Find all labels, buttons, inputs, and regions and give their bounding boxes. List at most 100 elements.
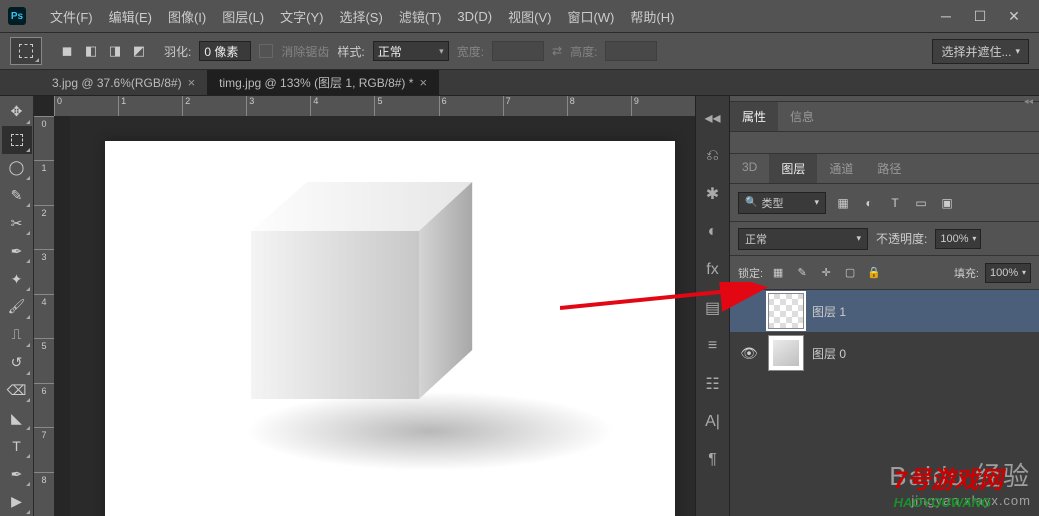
- select-and-mask-button[interactable]: 选择并遮住...▾: [932, 39, 1029, 64]
- fill-input[interactable]: 100%▾: [985, 263, 1031, 283]
- opacity-input[interactable]: 100%▾: [935, 229, 981, 249]
- lock-position-icon[interactable]: ✛: [817, 264, 835, 282]
- brushes-panel-icon[interactable]: ☷: [703, 374, 723, 394]
- layer-filter-type[interactable]: 类型▾: [738, 192, 826, 214]
- tab-close-icon[interactable]: ×: [419, 75, 427, 90]
- layer-name[interactable]: 图层 1: [812, 303, 846, 320]
- menu-filter[interactable]: 滤镜(T): [391, 7, 450, 26]
- feather-label: 羽化:: [164, 43, 191, 60]
- document-tab-2[interactable]: timg.jpg @ 133% (图层 1, RGB/8#) * ×: [207, 70, 439, 95]
- lock-artboard-icon[interactable]: ▢: [841, 264, 859, 282]
- width-input: [492, 41, 544, 61]
- paragraph-panel-icon[interactable]: ≡: [703, 336, 723, 356]
- pen-tool[interactable]: ✒: [2, 460, 32, 488]
- filter-shape-icon[interactable]: ▭: [912, 194, 930, 212]
- layer-thumbnail[interactable]: [768, 293, 804, 329]
- filter-adjust-icon[interactable]: ◐: [860, 194, 878, 212]
- crop-tool[interactable]: ✂: [2, 209, 32, 237]
- filter-smart-icon[interactable]: ▣: [938, 194, 956, 212]
- tab-3d[interactable]: 3D: [730, 154, 769, 183]
- eraser-tool[interactable]: ⌫: [2, 377, 32, 405]
- styles-panel-icon[interactable]: fx: [703, 260, 723, 280]
- close-button[interactable]: ✕: [997, 2, 1031, 30]
- selection-new-icon[interactable]: ◼: [56, 40, 78, 62]
- menu-help[interactable]: 帮助(H): [622, 7, 682, 26]
- height-label: 高度:: [570, 43, 597, 60]
- menu-3d[interactable]: 3D(D): [449, 9, 500, 24]
- paragraph2-panel-icon[interactable]: ¶: [703, 450, 723, 470]
- canvas-stage: [70, 116, 695, 516]
- lock-label: 锁定:: [738, 265, 763, 281]
- panel-dock: ◂◂ ⎌ ✱ ◐ fx ▤ ≡ ☷ A| ¶: [695, 96, 729, 516]
- canvas-area[interactable]: 0 1 2 3 4 5 6 7 8 9 0 1 2 3 4 5 6 7 8: [34, 96, 695, 516]
- style-select[interactable]: 正常▾: [373, 41, 449, 61]
- layers-list: 图层 1 👁 图层 0: [730, 290, 1039, 516]
- layers-panel-tabs: 3D 图层 通道 路径: [730, 154, 1039, 184]
- history-panel-icon[interactable]: ⎌: [703, 146, 723, 166]
- menu-select[interactable]: 选择(S): [331, 7, 390, 26]
- tab-paths[interactable]: 路径: [865, 154, 913, 183]
- healing-tool[interactable]: ✦: [2, 265, 32, 293]
- menu-window[interactable]: 窗口(W): [559, 7, 622, 26]
- swatches-panel-icon[interactable]: ▤: [703, 298, 723, 318]
- layer-row[interactable]: 👁 图层 0: [730, 332, 1039, 374]
- navigator-panel-icon[interactable]: ✱: [703, 184, 723, 204]
- minimize-button[interactable]: ─: [929, 2, 963, 30]
- tab-info[interactable]: 信息: [778, 102, 826, 131]
- move-tool[interactable]: ✥: [2, 98, 32, 126]
- tab-layers[interactable]: 图层: [769, 154, 817, 183]
- filter-type-icon[interactable]: T: [886, 194, 904, 212]
- filter-pixel-icon[interactable]: ▦: [834, 194, 852, 212]
- tab-channels[interactable]: 通道: [817, 154, 865, 183]
- document-tabs: 3.jpg @ 37.6%(RGB/8#) × timg.jpg @ 133% …: [0, 70, 1039, 96]
- path-select-tool[interactable]: ▶: [2, 488, 32, 516]
- quick-select-tool[interactable]: ✎: [2, 182, 32, 210]
- lock-image-icon[interactable]: ✎: [793, 264, 811, 282]
- brush-tool[interactable]: 🖌: [2, 293, 32, 321]
- type-tool[interactable]: T: [2, 432, 32, 460]
- tab-label: timg.jpg @ 133% (图层 1, RGB/8#) *: [219, 74, 413, 91]
- menu-type[interactable]: 文字(Y): [272, 7, 331, 26]
- ruler-horizontal: 0 1 2 3 4 5 6 7 8 9: [54, 96, 695, 116]
- menubar: Ps 文件(F) 编辑(E) 图像(I) 图层(L) 文字(Y) 选择(S) 滤…: [0, 0, 1039, 32]
- maximize-button[interactable]: ☐: [963, 2, 997, 30]
- selection-intersect-icon[interactable]: ◩: [128, 40, 150, 62]
- history-brush-tool[interactable]: ↺: [2, 349, 32, 377]
- properties-panel-tabs: 属性 信息: [730, 102, 1039, 132]
- antialias-checkbox: [259, 44, 273, 58]
- window-controls: ─ ☐ ✕: [929, 2, 1031, 30]
- layer-visibility-toggle[interactable]: 👁: [738, 345, 760, 362]
- selection-subtract-icon[interactable]: ◨: [104, 40, 126, 62]
- antialias-label: 消除锯齿: [281, 43, 329, 60]
- menu-edit[interactable]: 编辑(E): [101, 7, 160, 26]
- stamp-tool[interactable]: ⎍: [2, 321, 32, 349]
- lasso-tool[interactable]: ◯: [2, 154, 32, 182]
- main-area: ✥ ◯ ✎ ✂ ✒ ✦ 🖌 ⎍ ↺ ⌫ ◣ T ✒ ▶ 0 1 2 3 4 5 …: [0, 96, 1039, 516]
- selection-add-icon[interactable]: ◧: [80, 40, 102, 62]
- menu-file[interactable]: 文件(F): [42, 7, 101, 26]
- blend-mode-select[interactable]: 正常▾: [738, 228, 868, 250]
- toolbox: ✥ ◯ ✎ ✂ ✒ ✦ 🖌 ⎍ ↺ ⌫ ◣ T ✒ ▶: [0, 96, 34, 516]
- document-tab-1[interactable]: 3.jpg @ 37.6%(RGB/8#) ×: [40, 70, 207, 95]
- adjustments-panel-icon[interactable]: ◐: [703, 222, 723, 242]
- eyedropper-tool[interactable]: ✒: [2, 237, 32, 265]
- tab-properties[interactable]: 属性: [730, 102, 778, 131]
- tool-preset-button[interactable]: [10, 37, 42, 65]
- layer-row[interactable]: 图层 1: [730, 290, 1039, 332]
- menu-view[interactable]: 视图(V): [500, 7, 559, 26]
- tab-close-icon[interactable]: ×: [188, 75, 196, 90]
- character-panel-icon[interactable]: A|: [703, 412, 723, 432]
- feather-input[interactable]: [199, 41, 251, 61]
- gradient-tool[interactable]: ◣: [2, 404, 32, 432]
- marquee-tool[interactable]: [2, 126, 32, 154]
- blend-row: 正常▾ 不透明度: 100%▾: [730, 222, 1039, 256]
- layer-thumbnail[interactable]: [768, 335, 804, 371]
- menu-layer[interactable]: 图层(L): [214, 7, 272, 26]
- dock-handle-icon[interactable]: ◂◂: [703, 108, 723, 128]
- lock-transparent-icon[interactable]: ▦: [769, 264, 787, 282]
- layer-name[interactable]: 图层 0: [812, 345, 846, 362]
- style-label: 样式:: [337, 43, 364, 60]
- width-label: 宽度:: [457, 43, 484, 60]
- menu-image[interactable]: 图像(I): [160, 7, 214, 26]
- lock-all-icon[interactable]: 🔒: [865, 264, 883, 282]
